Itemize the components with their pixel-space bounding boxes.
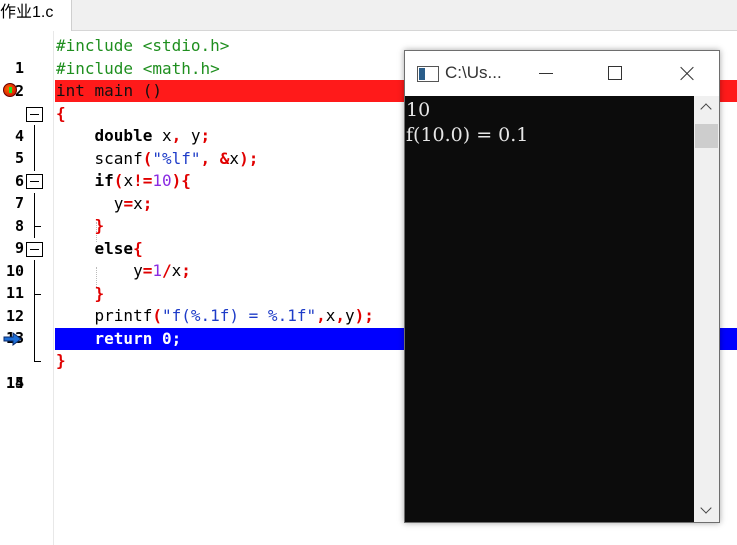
chevron-down-icon: [700, 502, 712, 514]
fold-toggle[interactable]: [25, 238, 45, 261]
code-token: int: [56, 81, 85, 100]
console-titlebar[interactable]: C:\Us...: [405, 51, 719, 96]
code-token: ,: [335, 306, 346, 325]
code-token: "f(%.1f) = %.1f": [161, 306, 317, 325]
code-token: y: [113, 194, 124, 213]
code-token: /: [161, 261, 172, 280]
code-token: y: [133, 261, 143, 280]
code-token: x: [152, 126, 172, 145]
console-scrollbar[interactable]: [694, 96, 719, 522]
code-token: x: [133, 194, 143, 213]
code-token: ,: [316, 306, 326, 325]
collapse-icon[interactable]: [26, 174, 43, 189]
collapse-icon[interactable]: [26, 242, 43, 257]
code-token: y: [181, 126, 201, 145]
console-app-icon: [417, 66, 439, 82]
tab-bar: 作业1.c: [0, 0, 737, 31]
code-token: ;: [181, 261, 191, 280]
scroll-down-button[interactable]: [694, 500, 719, 522]
code-token: else: [94, 239, 134, 258]
code-token: "%lf": [152, 149, 201, 168]
code-token: scanf: [94, 149, 143, 168]
close-button[interactable]: [663, 51, 709, 96]
code-token: x: [123, 171, 134, 190]
code-token: ;: [200, 126, 211, 145]
code-token: x: [229, 149, 240, 168]
code-token: x: [171, 261, 182, 280]
code-token: y: [345, 306, 355, 325]
code-token: ,: [200, 149, 211, 168]
scroll-up-button[interactable]: [694, 96, 719, 118]
tab-file-label: 作业1.c: [0, 4, 54, 21]
code-token: #include <math.h>: [56, 59, 220, 78]
chevron-up-icon: [700, 103, 712, 115]
collapse-icon[interactable]: [26, 107, 43, 122]
code-token: 1: [152, 261, 162, 280]
code-token: &: [210, 149, 230, 168]
code-token: =: [142, 261, 153, 280]
code-token: main (): [84, 81, 162, 100]
maximize-button[interactable]: [592, 51, 638, 96]
tab-file[interactable]: 作业1.c: [0, 0, 72, 31]
fold-toggle[interactable]: [25, 170, 45, 193]
code-token: }: [56, 351, 66, 370]
console-output-line: f(10.0) = 0.1: [406, 124, 529, 146]
scroll-thumb[interactable]: [695, 124, 718, 148]
console-window[interactable]: C:\Us... 10 f(10.0) = 0.1: [404, 50, 720, 523]
code-token: x: [325, 306, 336, 325]
execution-arrow-icon: [3, 332, 22, 346]
console-output-line: 10: [406, 99, 431, 121]
code-token: ,: [171, 126, 182, 145]
code-token: {: [56, 104, 66, 123]
breakpoint-icon[interactable]: [3, 83, 17, 97]
code-token: !=: [133, 171, 153, 190]
code-token: );: [354, 306, 374, 325]
code-token: double: [94, 126, 153, 145]
fold-toggle[interactable]: [25, 103, 45, 126]
code-token: 10: [152, 171, 172, 190]
code-token: (: [142, 149, 153, 168]
code-token: );: [239, 149, 259, 168]
code-token: if: [94, 171, 114, 190]
console-output[interactable]: 10 f(10.0) = 0.1: [405, 96, 694, 522]
code-token: (: [152, 306, 162, 325]
line-number: 15: [5, 374, 24, 392]
code-token: }: [94, 284, 105, 303]
console-title: C:\Us...: [445, 63, 502, 82]
code-token: return 0;: [94, 329, 182, 348]
code-token: #include <stdio.h>: [56, 36, 230, 55]
code-token: ;: [142, 194, 153, 213]
minimize-button[interactable]: [523, 51, 569, 96]
code-token: }: [94, 216, 105, 235]
code-token: ){: [171, 171, 191, 190]
code-token: (: [113, 171, 124, 190]
code-token: =: [123, 194, 134, 213]
code-token: {: [133, 239, 143, 258]
code-token: printf: [94, 306, 153, 325]
